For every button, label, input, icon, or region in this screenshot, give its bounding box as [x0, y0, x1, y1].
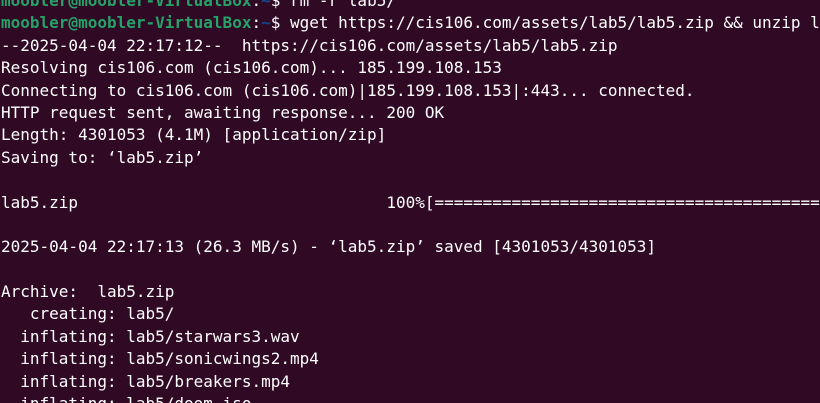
output-line: Connecting to cis106.com (cis106.com)|18…	[1, 80, 695, 100]
prompt-colon: :	[251, 0, 262, 10]
prompt-user-host: moobler@moobler-VirtualBox	[1, 13, 252, 33]
command-line-rm: moobler@moobler-VirtualBox:~$ rm -r lab5…	[1, 0, 820, 12]
command-text: wget https://cis106.com/assets/lab5/lab5…	[290, 13, 820, 33]
prompt-colon: :	[251, 13, 262, 33]
prompt-path: ~	[261, 0, 271, 10]
output-line: inflating: lab5/doom.iso	[1, 393, 820, 403]
output-line: HTTP request sent, awaiting response... …	[1, 102, 445, 122]
terminal-window[interactable]: moobler@moobler-VirtualBox:~$ rm -r lab5…	[0, 0, 820, 403]
output-line: --2025-04-04 22:17:12-- https://cis106.c…	[1, 35, 618, 55]
command-text: rm -r lab5/	[290, 0, 396, 10]
output-line: Archive: lab5.zip	[1, 282, 175, 302]
prompt-symbol: $	[270, 0, 290, 10]
output-line: creating: lab5/	[1, 304, 175, 324]
output-line: Resolving cis106.com (cis106.com)... 185…	[1, 58, 502, 78]
output-line: Length: 4301053 (4.1M) [application/zip]	[1, 125, 387, 145]
download-progress-line: lab5.zip 100%[==========================…	[1, 192, 820, 212]
prompt-user-host: moobler@moobler-VirtualBox	[1, 0, 252, 10]
output-line: inflating: lab5/starwars3.wav	[1, 326, 300, 346]
command-line-wget: moobler@moobler-VirtualBox:~$ wget https…	[1, 12, 820, 34]
output-line: inflating: lab5/sonicwings2.mp4	[1, 349, 319, 369]
prompt-symbol: $	[270, 13, 290, 33]
output-line: inflating: lab5/breakers.mp4	[1, 371, 290, 391]
output-line: 2025-04-04 22:17:13 (26.3 MB/s) - ‘lab5.…	[1, 237, 657, 257]
output-line: Saving to: ‘lab5.zip’	[1, 147, 204, 167]
prompt-path: ~	[261, 13, 271, 33]
